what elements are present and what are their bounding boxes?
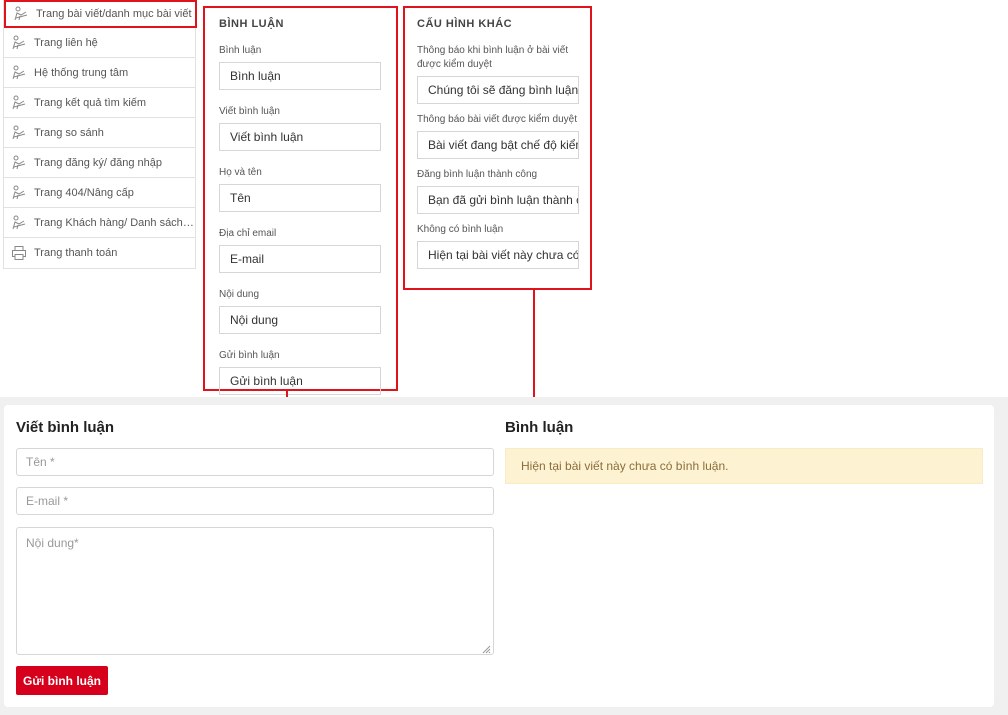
field-label: Thông báo bài viết được kiểm duyệt — [417, 114, 578, 125]
field-label: Viết bình luận — [219, 106, 280, 117]
config-field: Thông báo bài viết được kiểm duyệt Bài v… — [417, 113, 579, 159]
panel-title: CẤU HÌNH KHÁC — [417, 18, 513, 30]
comments-title: Bình luận — [505, 419, 574, 436]
sidebar-item-label: Trang 404/Nâng cấp — [34, 186, 134, 199]
submit-label-input[interactable]: Gửi bình luận — [219, 367, 381, 395]
reading-person-icon — [11, 65, 27, 81]
panel-title: BÌNH LUẬN — [219, 18, 284, 30]
reading-person-icon — [11, 185, 27, 201]
reading-person-icon — [11, 95, 27, 111]
content-textarea[interactable]: Nội dung* — [16, 527, 494, 655]
reading-person-icon — [11, 35, 27, 51]
field-label: Bình luận — [219, 45, 262, 56]
field-label: Gửi bình luận — [219, 350, 280, 361]
sidebar-item-label: Trang bài viết/danh mục bài viết — [36, 8, 192, 20]
config-field: Không có bình luận Hiện tại bài viết này… — [417, 223, 579, 269]
sidebar-item-customers[interactable]: Trang Khách hàng/ Danh sách đ... — [4, 208, 195, 238]
moderated-post-notice-input[interactable]: Bài viết đang bật chế độ kiểm — [417, 131, 579, 159]
other-config-panel: CẤU HÌNH KHÁC Thông báo khi bình luận ở … — [403, 6, 592, 290]
field-label: Đăng bình luận thành công — [417, 169, 538, 180]
sidebar-item-search-results[interactable]: Trang kết quả tìm kiếm — [4, 88, 195, 118]
comment-success-input[interactable]: Bạn đã gửi bình luận thành công — [417, 186, 579, 214]
config-field: Địa chỉ email E-mail — [219, 227, 382, 273]
field-label: Nội dung — [219, 289, 260, 300]
sidebar-item-contact[interactable]: Trang liên hệ — [4, 28, 195, 58]
resize-handle-icon[interactable] — [482, 643, 491, 654]
arrow-to-comments-list — [528, 290, 540, 416]
comment-config-panel: BÌNH LUẬN Bình luận Bình luận Viết bình … — [203, 6, 398, 395]
field-label: Địa chỉ email — [219, 228, 277, 239]
sidebar-item-posts-categories[interactable]: Trang bài viết/danh mục bài viết — [4, 0, 197, 28]
sidebar-item-compare[interactable]: Trang so sánh — [4, 118, 195, 148]
config-field: Nội dung Nội dung — [219, 288, 382, 334]
sidebar-item-centers[interactable]: Hệ thống trung tâm — [4, 58, 195, 88]
write-comment-title: Viết bình luận — [16, 419, 115, 436]
no-comments-input[interactable]: Hiện tại bài viết này chưa có — [417, 241, 579, 269]
write-comment-input[interactable]: Viết bình luận — [219, 123, 381, 151]
name-input[interactable]: Tên * — [16, 448, 494, 476]
reading-person-icon — [11, 125, 27, 141]
moderated-comment-notice-input[interactable]: Chúng tôi sẽ đăng bình luận — [417, 76, 579, 104]
sidebar-item-label: Trang thanh toán — [34, 247, 118, 259]
comment-label-input[interactable]: Bình luận — [219, 62, 381, 90]
config-field: Bình luận Bình luận — [219, 44, 382, 90]
full-name-input[interactable]: Tên — [219, 184, 381, 212]
no-comments-notice: Hiện tại bài viết này chưa có bình luận. — [505, 448, 983, 484]
printer-icon — [11, 245, 27, 261]
sidebar-item-label: Trang kết quả tìm kiếm — [34, 96, 147, 109]
sidebar-item-label: Hệ thống trung tâm — [34, 66, 129, 79]
field-label: Họ và tên — [219, 167, 262, 178]
config-field: Viết bình luận Viết bình luận — [219, 105, 382, 151]
settings-sidebar: Trang bài viết/danh mục bài viết Trang l… — [3, 0, 197, 269]
sidebar-item-label: Trang so sánh — [34, 126, 104, 139]
reading-person-icon — [11, 215, 27, 231]
email-label-input[interactable]: E-mail — [219, 245, 381, 273]
sidebar-item-404-upgrade[interactable]: Trang 404/Nâng cấp — [4, 178, 195, 208]
comment-preview: Viết bình luận Tên * E-mail * Nội dung* … — [4, 405, 994, 707]
sidebar-item-label: Trang đăng ký/ đăng nhập — [34, 156, 163, 169]
field-label: Thông báo khi bình luận ở bài viết được … — [417, 45, 569, 70]
sidebar-item-payment[interactable]: Trang thanh toán — [4, 238, 195, 268]
sidebar-item-label: Trang Khách hàng/ Danh sách đ... — [34, 216, 195, 229]
config-field: Đăng bình luận thành công Bạn đã gửi bìn… — [417, 168, 579, 214]
reading-person-icon — [11, 155, 27, 171]
sidebar-item-register-login[interactable]: Trang đăng ký/ đăng nhập — [4, 148, 195, 178]
config-field: Thông báo khi bình luận ở bài viết được … — [417, 44, 579, 104]
config-field: Gửi bình luận Gửi bình luận — [219, 349, 382, 395]
sidebar-item-label: Trang liên hệ — [34, 36, 98, 49]
submit-comment-button[interactable]: Gửi bình luận — [16, 666, 108, 695]
content-label-input[interactable]: Nội dung — [219, 306, 381, 334]
reading-person-icon — [13, 6, 29, 22]
field-label: Không có bình luận — [417, 224, 504, 235]
config-field: Họ và tên Tên — [219, 166, 382, 212]
email-input[interactable]: E-mail * — [16, 487, 494, 515]
content-placeholder: Nội dung* — [26, 536, 79, 550]
